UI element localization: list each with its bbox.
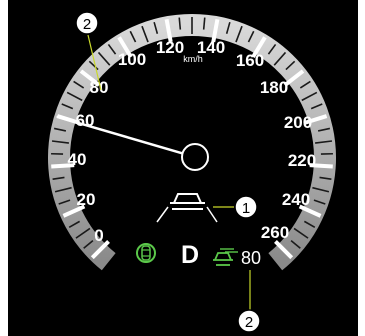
callout-1: 1 [234, 195, 258, 219]
needle-hub [181, 143, 209, 171]
callout-2-top-number: 2 [83, 16, 91, 33]
callout-2-bottom: 2 [237, 309, 261, 333]
callout-2-bottom-number: 2 [245, 314, 253, 331]
speed-label-240: 240 [282, 190, 310, 209]
speed-tick [202, 17, 206, 30]
gear-indicator: D [181, 241, 199, 269]
speed-unit-label: km/h [183, 54, 203, 64]
speedometer-graphic: 0 20 40 60 80 100 120 140 160 180 200 22… [8, 0, 358, 336]
speed-label-0: 0 [94, 226, 103, 245]
callout-1-number: 1 [242, 200, 250, 217]
set-speed-value: 80 [241, 248, 261, 268]
callout-2-top: 2 [75, 11, 99, 35]
speed-label-200: 200 [284, 113, 312, 132]
speed-label-40: 40 [68, 150, 87, 169]
speed-label-220: 220 [288, 151, 316, 170]
speed-label-20: 20 [77, 190, 96, 209]
speed-label-100: 100 [118, 50, 146, 69]
speed-tick [178, 17, 182, 30]
instrument-cluster-figure: 0 20 40 60 80 100 120 140 160 180 200 22… [0, 0, 365, 336]
speed-label-180: 180 [260, 78, 288, 97]
speed-label-160: 160 [236, 51, 264, 70]
speed-label-120: 120 [156, 38, 184, 57]
speed-label-260: 260 [261, 223, 289, 242]
